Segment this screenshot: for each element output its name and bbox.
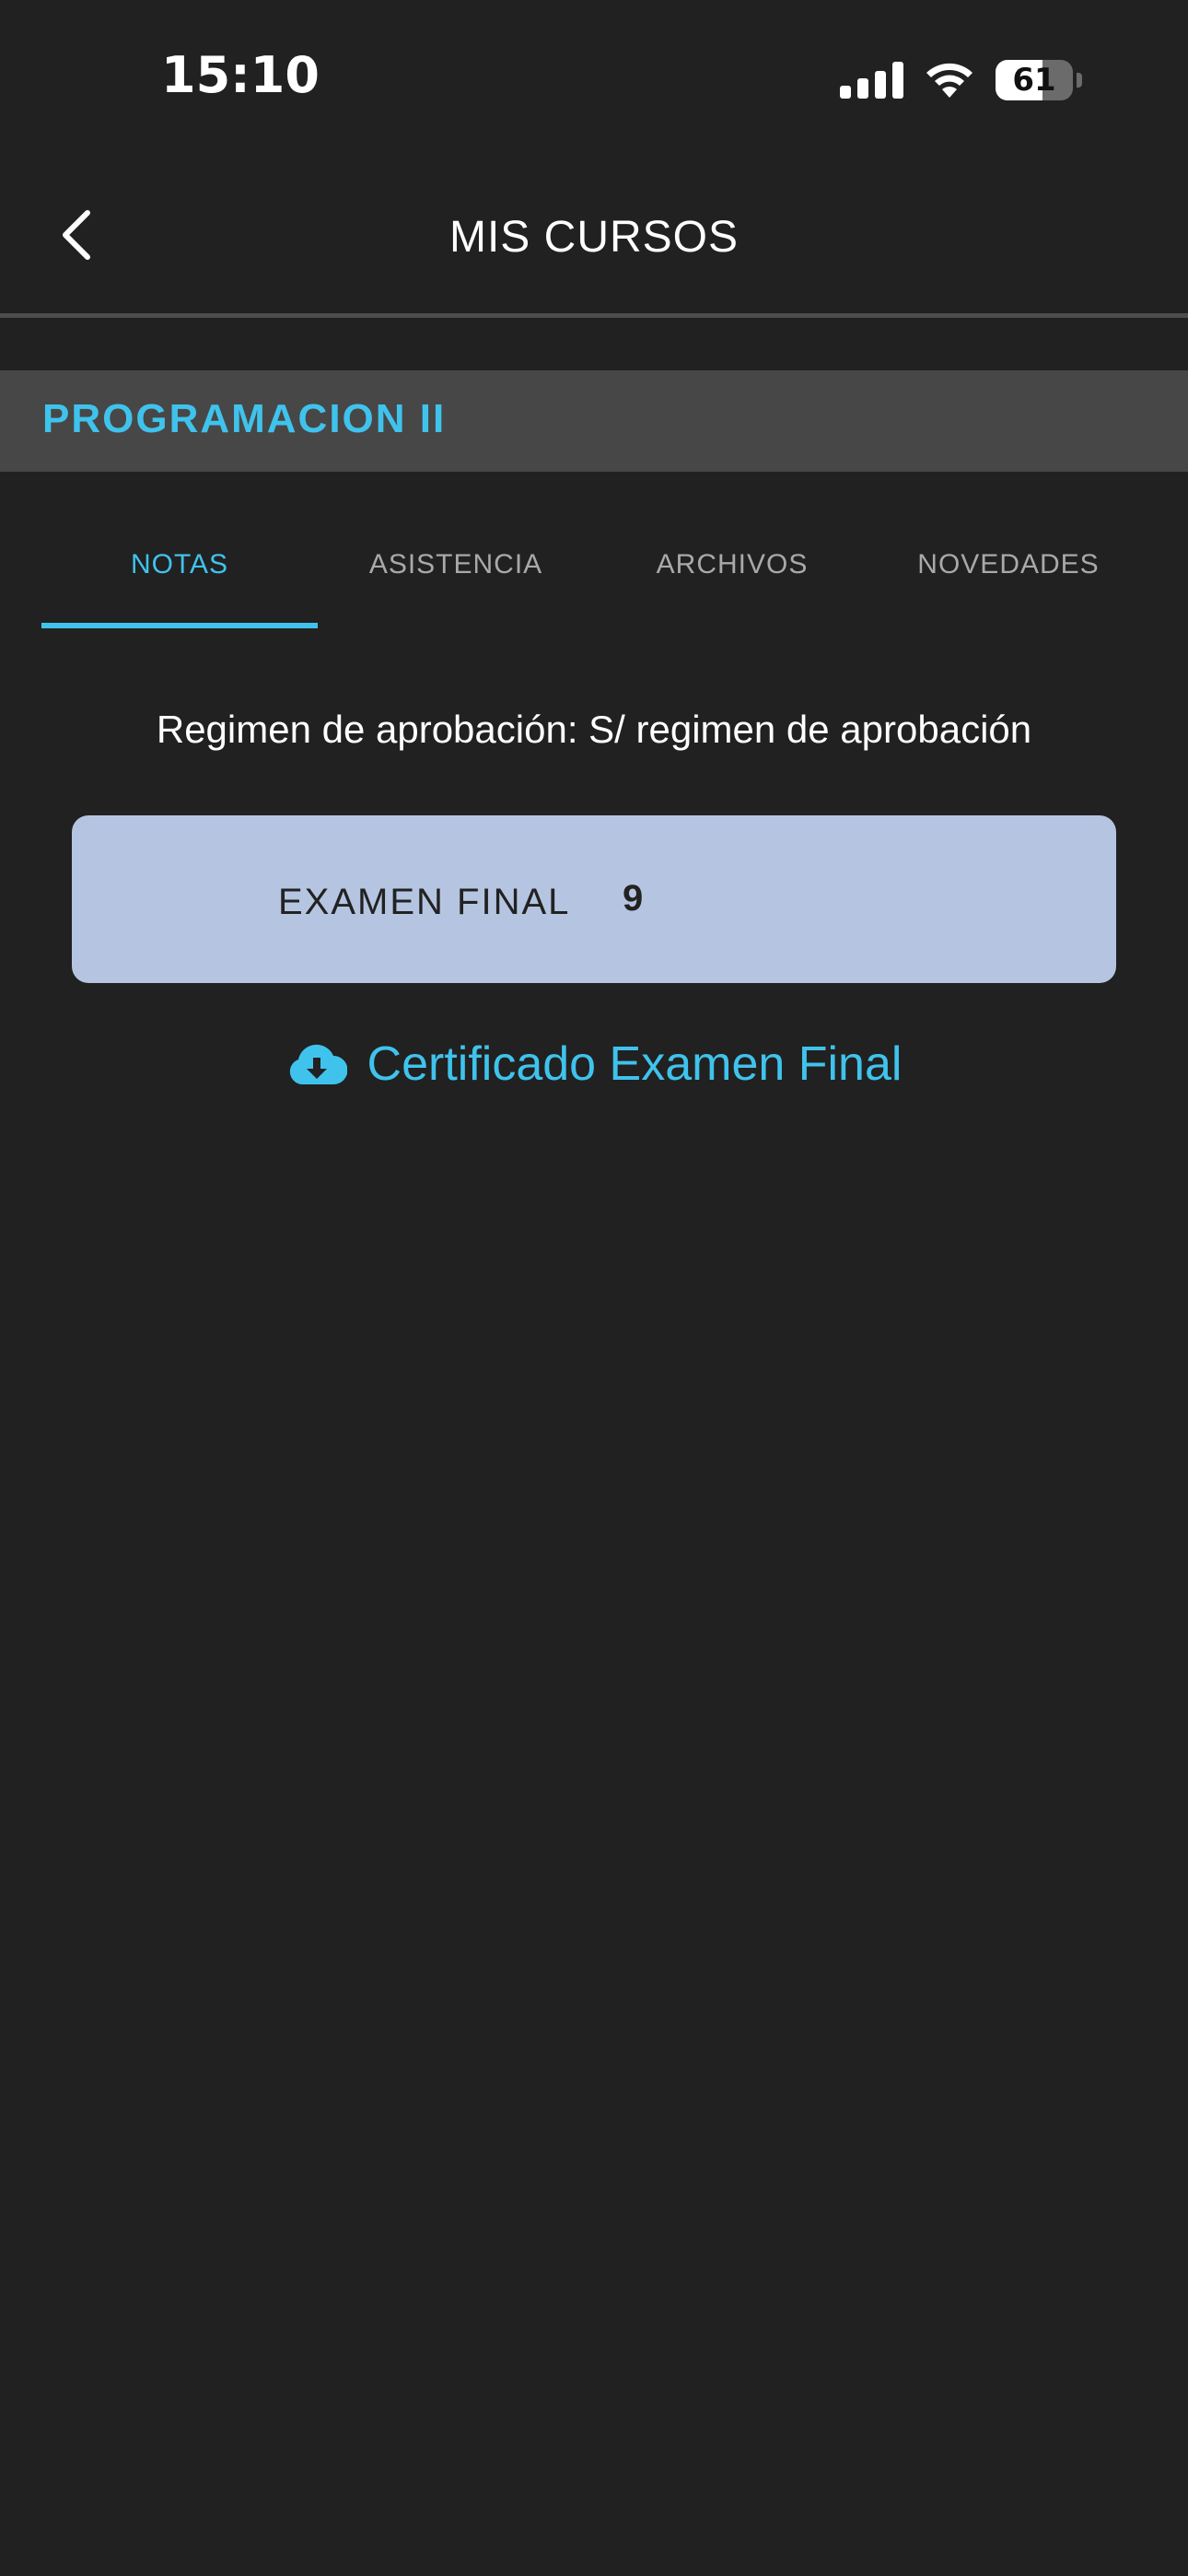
tab-novedades[interactable]: NOVEDADES — [870, 516, 1147, 628]
status-bar: 15:10 61 — [0, 0, 1188, 157]
tab-asistencia[interactable]: ASISTENCIA — [318, 516, 594, 628]
header: MIS CURSOS — [0, 157, 1188, 318]
course-bar: PROGRAMACION II — [0, 370, 1188, 472]
battery-percent: 61 — [1012, 62, 1056, 99]
cloud-download-icon — [289, 1044, 347, 1084]
status-icons: 61 — [840, 55, 1082, 105]
grade-card: EXAMEN FINAL 9 — [72, 815, 1116, 983]
course-title: PROGRAMACION II — [42, 396, 447, 441]
certificate-label: Certificado Examen Final — [367, 1037, 903, 1091]
grade-label: EXAMEN FINAL — [278, 882, 571, 922]
battery-icon: 61 — [996, 60, 1073, 100]
course-tabs: NOTAS ASISTENCIA ARCHIVOS NOVEDADES — [41, 516, 1147, 628]
page-title: MIS CURSOS — [448, 213, 740, 262]
regimen-text: Regimen de aprobación: S/ regimen de apr… — [156, 708, 1032, 751]
tab-notas[interactable]: NOTAS — [41, 516, 318, 628]
status-time: 15:10 — [161, 46, 320, 104]
grade-value: 9 — [623, 878, 644, 919]
tab-archivos[interactable]: ARCHIVOS — [594, 516, 870, 628]
signal-icon — [840, 62, 903, 99]
wifi-icon — [924, 61, 975, 100]
certificate-download-link[interactable]: Certificado Examen Final — [0, 1036, 1188, 1092]
battery-tip — [1077, 73, 1082, 88]
